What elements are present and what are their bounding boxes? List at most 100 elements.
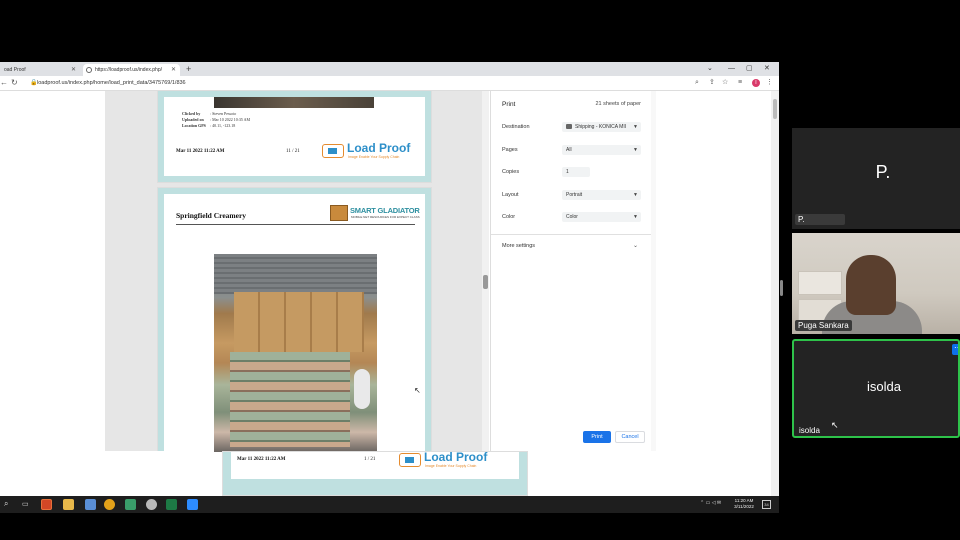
scrollbar-thumb[interactable] [483,275,488,289]
split-handle[interactable] [780,280,783,296]
box-icon [330,205,348,221]
chevron-down-icon: ▼ [633,214,638,220]
chrome-icon[interactable] [104,499,115,510]
print-button[interactable]: Print [583,431,611,443]
system-tray-icons[interactable]: ⌃ ▭ ◁ ✉ [700,500,721,506]
tab-title: https://loadproof.us/index.php/ [95,67,162,73]
color-value: Color [566,214,578,220]
color-select[interactable]: Color ▼ [562,212,641,222]
desktop: oad Proof ✕ https://loadproof.us/index.p… [0,0,960,540]
divider [176,224,415,225]
close-tab-icon[interactable]: ✕ [71,64,76,76]
chevron-down-icon: ▼ [633,147,638,153]
preview-page-11: Clicked by: Steven Pessoto Uploaded on: … [157,91,432,183]
chevron-down-icon: ▼ [633,124,638,130]
page-date: Mar 11 2022 11:22 AM [237,457,286,462]
printer-icon [566,124,572,130]
notepad-icon[interactable] [85,499,96,510]
smart-gladiator-logo: SMART GLADIATOR MOBILE NET RESOURCES FOR… [330,204,420,222]
url-input[interactable]: loadproof.us/index.php/home/load_print_d… [28,79,688,88]
page-scrollbar[interactable] [771,91,779,496]
scrollbar-thumb[interactable] [773,99,777,119]
divider [491,234,652,235]
background-page: Mar 11 2022 11:22 AM 1 / 21 Load Proof I… [222,451,528,496]
destination-label: Destination [502,124,530,130]
task-view-icon[interactable]: ▭ [22,499,33,510]
file-explorer-icon[interactable] [63,499,74,510]
reading-list-icon[interactable]: ≡ [738,78,742,88]
truck-icon [322,144,344,158]
url-text: loadproof.us/index.php/home/load_print_d… [37,80,186,86]
loadproof-logo: Load Proof Image Enable Your Supply Chai… [322,141,418,161]
new-tab-button[interactable]: + [186,64,191,74]
chevron-down-icon[interactable]: ⌄ [633,242,638,249]
address-bar-row: ← ↻ 🔒 loadproof.us/index.php/home/load_p… [0,76,779,91]
copies-input[interactable]: 1 [562,167,590,177]
participant-initials: P. [875,162,891,182]
logo-tagline: Image Enable Your Supply Chain [425,464,477,468]
page-number: 11 / 21 [286,149,300,154]
back-icon[interactable]: ← [0,78,8,88]
more-settings-toggle[interactable]: More settings [502,243,535,249]
browser-tab-bar: oad Proof ✕ https://loadproof.us/index.p… [0,62,779,76]
minimize-icon[interactable]: — [728,64,735,73]
dialog-scrollbar[interactable] [651,91,656,451]
browser-tab-2[interactable]: https://loadproof.us/index.php/ ✕ [83,64,180,76]
meta-value: : Mar 10 2022 10:35 AM [210,117,251,122]
share-icon[interactable]: ⇪ [709,78,715,88]
close-window-icon[interactable]: ✕ [764,64,770,73]
excel-icon[interactable] [166,499,177,510]
pages-select[interactable]: All ▼ [562,145,641,155]
truck-icon [399,453,421,467]
participant-tile-p[interactable]: P. P. [792,128,960,229]
participant-tile-isolda[interactable]: ⋯ isolda isolda [792,339,960,438]
participant-tile-puga[interactable]: Puga Sankara [792,233,960,334]
reload-icon[interactable]: ↻ [11,78,18,88]
copies-label: Copies [502,169,520,175]
page-number: 1 / 21 [364,457,376,462]
kebab-menu-icon[interactable]: ⋮ [766,78,773,88]
preview-scrollbar[interactable] [482,91,489,451]
star-icon[interactable]: ☆ [722,78,728,88]
photo-region [234,292,364,352]
browser-tab-1[interactable]: oad Proof ✕ [0,64,80,76]
app-icon[interactable] [146,499,157,510]
print-dialog-title: Print [502,101,516,108]
video-person [846,255,896,315]
profile-avatar[interactable]: I [752,79,760,87]
preview-page-12: Springfield Creamery SMART GLADIATOR MOB… [157,187,432,452]
close-tab-icon[interactable]: ✕ [171,64,176,76]
chevron-down-icon: ▼ [633,192,638,198]
pages-value: All [566,147,572,153]
destination-select[interactable]: Shipping - KONICA MII ▼ [562,122,641,132]
outlook-icon[interactable] [41,499,52,510]
page-date: Mar 11 2022 11:22 AM [176,149,225,154]
logo-tagline: Image Enable Your Supply Chain [348,155,400,159]
color-label: Color [502,214,516,220]
mouse-cursor-icon: ↖ [831,420,839,430]
chevron-down-icon[interactable]: ⌄ [707,64,713,73]
cancel-button[interactable]: Cancel [615,431,645,443]
app-icon[interactable] [125,499,136,510]
page-title: Springfield Creamery [176,211,247,220]
pages-label: Pages [502,147,518,153]
restore-icon[interactable]: ▢ [746,64,753,73]
search-icon[interactable]: ⌕ [4,499,8,509]
notification-icon[interactable]: 34 [762,500,771,509]
logo-text: SMART GLADIATOR [350,206,420,215]
windows-taskbar: ⌕ ▭ ⌃ ▭ ◁ ✉ 11:20 AM 3/11/2022 34 [0,496,779,513]
more-options-icon[interactable]: ⋯ [952,344,958,355]
logo-tagline: MOBILE NET RESOURCES FOR EXPECT CLASS [351,215,420,219]
participant-name: isolda [799,426,820,435]
globe-icon [86,67,92,73]
print-dialog: Print 21 sheets of paper Destination Shi… [490,91,652,451]
meta-value: : 40.11, -123.18 [210,123,236,128]
participant-display-name: isolda [867,379,901,394]
zoom-app-icon[interactable] [187,499,198,510]
layout-select[interactable]: Portrait ▼ [562,190,641,200]
tab-title: oad Proof [4,67,26,73]
video-background [798,271,842,295]
zoom-icon[interactable]: ⌕ [695,78,699,88]
clock[interactable]: 11:20 AM 3/11/2022 [729,498,759,510]
logo-text: Load Proof [424,450,488,464]
